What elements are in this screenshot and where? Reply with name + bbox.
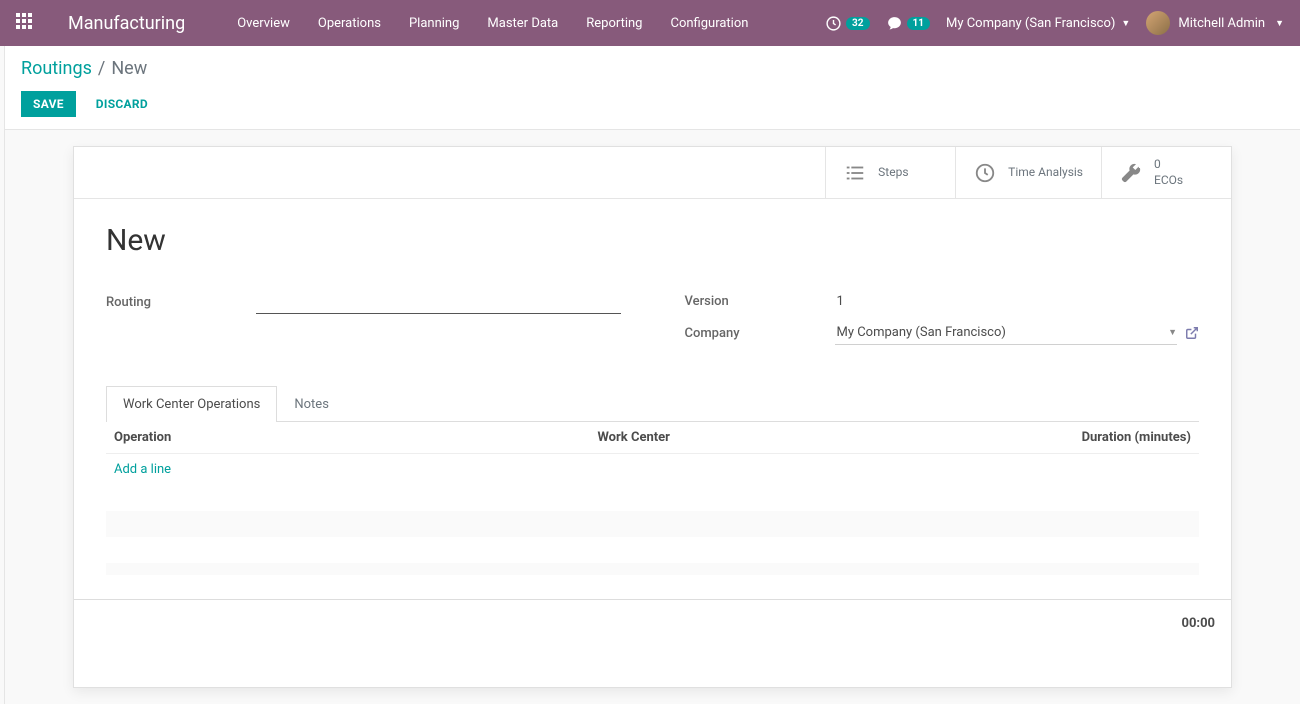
stat-ecos-value: 0 (1154, 157, 1183, 173)
wrench-icon (1120, 162, 1142, 184)
discard-button[interactable]: Discard (84, 91, 160, 117)
discuss-button[interactable]: 11 (886, 15, 930, 32)
top-nav: Manufacturing Overview Operations Planni… (0, 0, 1300, 46)
activities-badge: 32 (846, 17, 869, 30)
grid-body: Add a line (106, 453, 1199, 575)
label-routing: Routing (106, 295, 256, 310)
nav-item-operations[interactable]: Operations (306, 8, 393, 39)
external-link-icon[interactable] (1185, 326, 1199, 340)
avatar (1146, 11, 1170, 35)
stat-button-box: Steps Time Analysis 0 ECOs (74, 147, 1231, 199)
user-name: Mitchell Admin (1178, 16, 1265, 31)
grid-header: Operation Work Center Duration (minutes) (106, 422, 1199, 453)
chat-icon (886, 15, 903, 32)
routing-input[interactable] (256, 290, 621, 314)
breadcrumb-current: New (111, 58, 147, 79)
page-title: New (106, 223, 1199, 258)
form-col-right: Version 1 Company My Company (San Franci… (685, 290, 1200, 353)
save-button[interactable]: Save (21, 91, 76, 117)
breadcrumb-separator: / (98, 58, 105, 79)
col-operation[interactable]: Operation (114, 430, 598, 445)
form-body: New Routing Version 1 Company (74, 199, 1231, 599)
list-icon (844, 162, 866, 184)
operations-grid: Operation Work Center Duration (minutes)… (106, 422, 1199, 575)
nav-item-configuration[interactable]: Configuration (658, 8, 760, 39)
user-menu[interactable]: Mitchell Admin ▼ (1146, 11, 1284, 35)
activities-button[interactable]: 32 (825, 15, 869, 32)
stat-steps-label: Steps (878, 165, 908, 181)
grid-empty-rows (106, 485, 1199, 575)
company-name: My Company (San Francisco) (946, 16, 1115, 31)
stat-steps[interactable]: Steps (825, 147, 955, 198)
tab-operations[interactable]: Work Center Operations (106, 386, 277, 422)
add-line-link[interactable]: Add a line (106, 454, 1199, 485)
apps-icon[interactable] (16, 13, 36, 33)
discuss-badge: 11 (907, 17, 930, 30)
clock-icon (974, 162, 996, 184)
nav-item-planning[interactable]: Planning (397, 8, 471, 39)
stat-time-analysis[interactable]: Time Analysis (955, 147, 1101, 198)
grid-footer: 00:00 (74, 599, 1231, 647)
stat-ecos-label: ECOs (1154, 173, 1183, 187)
nav-item-overview[interactable]: Overview (225, 8, 302, 39)
nav-item-masterdata[interactable]: Master Data (475, 8, 570, 39)
nav-right: 32 11 My Company (San Francisco) ▼ Mitch… (825, 11, 1284, 35)
version-value: 1 (835, 290, 1200, 313)
tab-notes[interactable]: Notes (277, 386, 346, 422)
action-buttons: Save Discard (21, 91, 1284, 117)
label-version: Version (685, 294, 835, 309)
stat-time-label: Time Analysis (1008, 165, 1083, 181)
control-panel: Routings / New Save Discard (4, 46, 1300, 130)
notebook: Work Center Operations Notes Operation W… (106, 385, 1199, 575)
breadcrumb: Routings / New (21, 58, 1284, 79)
label-company: Company (685, 326, 835, 341)
caret-down-icon: ▼ (1275, 18, 1284, 29)
clock-icon (825, 15, 842, 32)
nav-item-reporting[interactable]: Reporting (574, 8, 654, 39)
col-duration[interactable]: Duration (minutes) (1081, 430, 1191, 445)
company-value: My Company (San Francisco) (835, 321, 1167, 344)
form-col-left: Routing (106, 290, 621, 353)
duration-total: 00:00 (1182, 616, 1216, 631)
caret-down-icon: ▼ (1168, 327, 1177, 338)
form-row: Routing Version 1 Company My Company (Sa… (106, 290, 1199, 353)
caret-down-icon: ▼ (1121, 18, 1130, 29)
tab-bar: Work Center Operations Notes (106, 385, 1199, 422)
stat-ecos[interactable]: 0 ECOs (1101, 147, 1231, 198)
breadcrumb-root[interactable]: Routings (21, 58, 92, 79)
company-select[interactable]: My Company (San Francisco) ▼ (835, 321, 1178, 345)
form-sheet: Steps Time Analysis 0 ECOs New (73, 146, 1232, 688)
nav-menu: Overview Operations Planning Master Data… (225, 8, 760, 39)
col-workcenter[interactable]: Work Center (598, 430, 1082, 445)
company-selector[interactable]: My Company (San Francisco) ▼ (946, 16, 1130, 31)
app-brand[interactable]: Manufacturing (68, 13, 185, 34)
content-area: Steps Time Analysis 0 ECOs New (4, 130, 1300, 704)
